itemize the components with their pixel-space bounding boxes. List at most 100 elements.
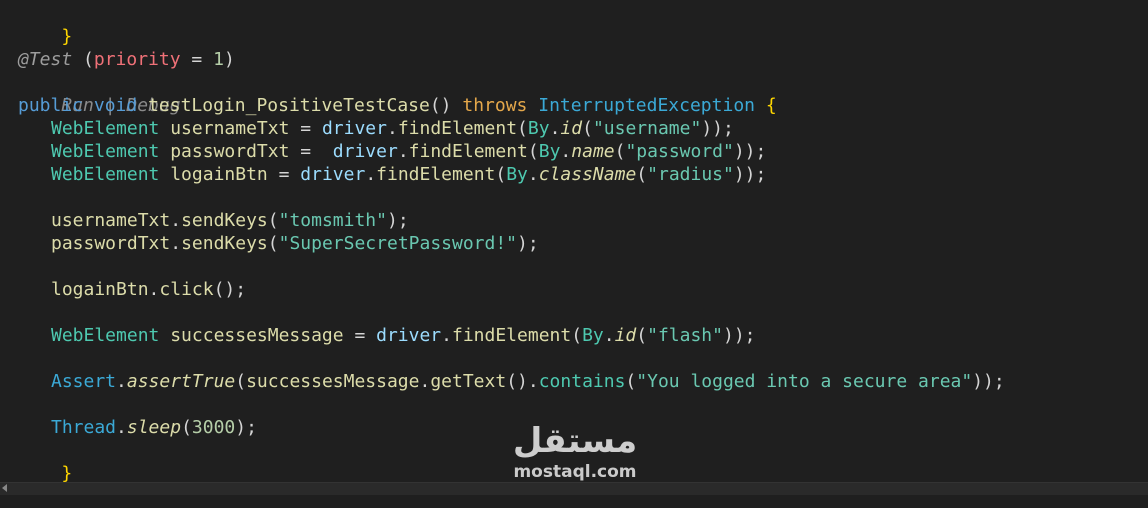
token: =	[180, 49, 214, 70]
horizontal-scrollbar[interactable]	[0, 482, 1148, 495]
token: .	[527, 164, 539, 185]
call-findelement: findElement	[397, 118, 518, 139]
mostaql-logo-icon: مستقل	[513, 421, 637, 461]
call-findelement: findElement	[376, 164, 496, 185]
exception-type: InterruptedException	[538, 95, 755, 116]
token: (	[181, 417, 192, 438]
code-line-annotation: @Test (priority = 1)	[18, 48, 235, 71]
keyword-void: void	[93, 95, 138, 116]
token: =	[343, 325, 377, 346]
class-assert: Assert	[51, 371, 117, 392]
var-usernametxt: usernameTxt	[170, 118, 290, 139]
string-literal: "You logged into a secure area"	[636, 371, 973, 392]
token: ));	[972, 371, 1005, 392]
token-number: 3000	[191, 417, 236, 438]
token: (	[571, 325, 583, 346]
method-name: testLogin_PositiveTestCase	[148, 95, 430, 116]
token: .	[441, 325, 452, 346]
var-driver: driver	[376, 325, 442, 346]
token: (	[72, 49, 94, 70]
code-editor[interactable]: } @Test (priority = 1) Run | Debug publi…	[0, 0, 1148, 484]
token: );	[517, 233, 539, 254]
var-driver: driver	[300, 164, 366, 185]
token: (	[582, 118, 593, 139]
type-webelement: WebElement	[51, 141, 160, 162]
token: .	[397, 141, 409, 162]
code-line-username: WebElement usernameTxt = driver.findElem…	[51, 117, 734, 140]
class-thread: Thread	[51, 417, 117, 438]
token: (	[527, 141, 539, 162]
token: (	[636, 325, 648, 346]
string-literal: "SuperSecretPassword!"	[278, 233, 518, 254]
var-driver: driver	[321, 118, 387, 139]
mostaql-logo-text: مستقل	[513, 421, 637, 461]
var-successesmessage: successesMessage	[170, 325, 344, 346]
code-line-close: }	[18, 439, 72, 484]
token: ));	[733, 164, 767, 185]
type-by: By	[506, 164, 528, 185]
token: ();	[213, 279, 247, 300]
token: )	[223, 49, 235, 70]
string-literal: "username"	[592, 118, 702, 139]
code-line-send-password: passwordTxt.sendKeys("SuperSecretPasswor…	[51, 232, 539, 255]
call-sleep: sleep	[126, 417, 182, 438]
token: =	[267, 164, 301, 185]
call-id: id	[614, 325, 637, 346]
token: );	[386, 210, 409, 231]
token: (	[267, 233, 279, 254]
token: .	[170, 210, 182, 231]
token: ));	[701, 118, 734, 139]
token: .	[386, 118, 398, 139]
token: .	[560, 141, 572, 162]
call-contains: contains	[538, 371, 626, 392]
token: (	[636, 164, 648, 185]
var-passwordtxt: passwordTxt	[51, 233, 171, 254]
token: (	[625, 371, 637, 392]
codelens-run-debug[interactable]: Run | Debug	[18, 71, 180, 116]
token: ));	[722, 325, 756, 346]
token: (	[235, 371, 247, 392]
string-literal: "password"	[625, 141, 734, 162]
annotation-test: @Test	[18, 49, 73, 70]
keyword-throws: throws	[462, 95, 528, 116]
watermark-text: mostaql.com	[513, 462, 637, 482]
call-gettext: getText	[430, 371, 507, 392]
code-line-assert: Assert.assertTrue(successesMessage.getTe…	[51, 370, 1005, 393]
call-findelement: findElement	[408, 141, 528, 162]
code-line-success-message: WebElement successesMessage = driver.fin…	[51, 324, 756, 347]
token: .	[527, 371, 539, 392]
call-classname: className	[538, 164, 637, 185]
token: (	[267, 210, 279, 231]
token: .	[603, 325, 615, 346]
code-line-send-username: usernameTxt.sendKeys("tomsmith");	[51, 209, 409, 232]
closing-brace: }	[61, 463, 73, 484]
token: .	[365, 164, 377, 185]
code-line-click: logainBtn.click();	[51, 278, 246, 301]
code-line-loginbtn: WebElement logainBtn = driver.findElemen…	[51, 163, 766, 186]
token: .	[148, 279, 160, 300]
type-by: By	[582, 325, 604, 346]
type-webelement: WebElement	[51, 325, 160, 346]
token: =	[289, 141, 333, 162]
mostaql-watermark: مستقل mostaql.com	[505, 418, 645, 488]
type-by: By	[527, 118, 550, 139]
open-brace: {	[765, 95, 777, 116]
token: (	[517, 118, 528, 139]
string-literal: "radius"	[647, 164, 734, 185]
token: ()	[506, 371, 528, 392]
scroll-left-arrow-icon[interactable]	[2, 484, 7, 492]
var-usernametxt: usernameTxt	[51, 210, 171, 231]
call-name: name	[571, 141, 615, 162]
call-sendkeys: sendKeys	[181, 233, 268, 254]
token: ));	[733, 141, 767, 162]
token: .	[170, 233, 182, 254]
code-line-password: WebElement passwordTxt = driver.findElem…	[51, 140, 766, 163]
code-line-1: }	[18, 2, 72, 47]
keyword-public: public	[18, 95, 84, 116]
call-asserttrue: assertTrue	[126, 371, 236, 392]
var-logainbtn: logainBtn	[170, 164, 268, 185]
token: .	[116, 417, 127, 438]
token: (	[495, 164, 507, 185]
token: ()	[429, 95, 452, 116]
string-literal: "flash"	[647, 325, 723, 346]
